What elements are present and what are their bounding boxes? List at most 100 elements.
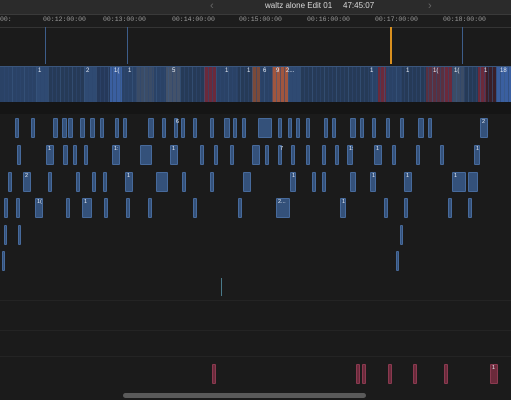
connected-clip[interactable] — [90, 118, 95, 138]
connected-clip[interactable] — [140, 145, 152, 165]
connected-clip[interactable] — [17, 145, 21, 165]
connected-clip[interactable] — [350, 118, 356, 138]
connected-clip[interactable] — [278, 118, 282, 138]
connected-clip[interactable] — [233, 118, 237, 138]
connected-clip[interactable] — [224, 118, 230, 138]
connected-clip[interactable] — [115, 118, 119, 138]
connected-clip[interactable] — [104, 198, 108, 218]
connected-clip[interactable]: 2 — [23, 172, 31, 192]
connected-clip[interactable]: 6 — [174, 118, 179, 138]
connected-clip[interactable] — [148, 118, 154, 138]
connected-clip[interactable] — [468, 172, 478, 192]
connected-clip[interactable] — [8, 172, 12, 192]
connected-clip[interactable] — [181, 118, 185, 138]
connected-clip[interactable]: 1 — [370, 172, 376, 192]
connected-clip[interactable] — [48, 172, 52, 192]
connected-clip[interactable] — [360, 118, 364, 138]
connected-clip[interactable]: 1 — [290, 172, 296, 192]
connected-clip[interactable] — [73, 145, 77, 165]
connected-clip[interactable] — [53, 118, 58, 138]
connected-clip[interactable] — [428, 118, 432, 138]
connected-clip[interactable] — [324, 118, 328, 138]
connected-clip[interactable]: 1 — [82, 198, 92, 218]
audio-clip[interactable] — [212, 364, 216, 384]
connected-clip[interactable] — [322, 172, 326, 192]
connected-clip[interactable] — [322, 145, 326, 165]
connected-clip[interactable] — [15, 118, 19, 138]
audio-clip[interactable] — [362, 364, 366, 384]
connected-clip[interactable] — [291, 145, 295, 165]
connected-clip[interactable] — [76, 172, 80, 192]
connected-clip[interactable] — [214, 145, 218, 165]
previous-edit-arrow-icon[interactable]: ‹ — [210, 0, 214, 12]
connected-clip[interactable] — [335, 145, 339, 165]
timeline-marker[interactable] — [462, 27, 463, 64]
connected-clip[interactable]: 1 — [46, 145, 54, 165]
connected-clip[interactable] — [2, 251, 5, 271]
connected-clip[interactable] — [193, 118, 197, 138]
connected-clip[interactable] — [384, 198, 388, 218]
connected-clip[interactable]: 1 — [125, 172, 133, 192]
connected-clip[interactable] — [386, 118, 390, 138]
connected-clip[interactable]: 1 — [474, 145, 480, 165]
connected-clip[interactable]: 1: — [112, 145, 120, 165]
timeline-marker[interactable] — [127, 27, 128, 64]
orange-marker[interactable] — [390, 27, 392, 64]
connected-clip[interactable]: 1 — [340, 198, 346, 218]
connected-clip[interactable] — [200, 145, 204, 165]
connected-clip[interactable] — [182, 172, 186, 192]
connected-clip[interactable] — [92, 172, 96, 192]
connected-clip[interactable] — [288, 118, 292, 138]
connected-clip[interactable] — [265, 145, 269, 165]
connected-clip[interactable]: 1( — [35, 198, 43, 218]
connected-clip[interactable] — [440, 145, 444, 165]
connected-clip[interactable] — [63, 145, 68, 165]
connected-clip[interactable] — [396, 251, 399, 271]
audio-clip[interactable] — [356, 364, 360, 384]
connected-clip[interactable] — [404, 198, 408, 218]
connected-clip[interactable]: 1 — [452, 172, 466, 192]
connected-clip[interactable] — [448, 198, 452, 218]
connected-clip[interactable] — [312, 172, 316, 192]
connected-clip[interactable]: 1 — [170, 145, 178, 165]
connected-clip[interactable] — [258, 118, 272, 138]
connected-clip[interactable] — [306, 118, 310, 138]
connected-clip[interactable]: 2... — [276, 198, 290, 218]
connected-clip[interactable]: 1 — [374, 145, 382, 165]
connected-clip[interactable] — [162, 118, 166, 138]
connected-clip[interactable] — [31, 118, 35, 138]
connected-clip[interactable] — [100, 118, 104, 138]
horizontal-scrollbar[interactable] — [123, 393, 366, 398]
connected-clip[interactable] — [400, 118, 404, 138]
connected-clip[interactable]: 1 — [404, 172, 412, 192]
connected-clip[interactable] — [123, 118, 127, 138]
connected-clip[interactable] — [418, 118, 424, 138]
audio-clip[interactable] — [388, 364, 392, 384]
connected-clip[interactable]: 1: — [347, 145, 354, 165]
connected-clip[interactable] — [210, 118, 214, 138]
connected-clip[interactable] — [4, 225, 7, 245]
connected-clip[interactable] — [103, 172, 107, 192]
connected-clip[interactable] — [416, 145, 420, 165]
connected-clip[interactable] — [400, 225, 403, 245]
connected-clip[interactable] — [210, 172, 214, 192]
connected-clip[interactable]: 7 — [278, 145, 283, 165]
connected-clip[interactable] — [126, 198, 130, 218]
connected-clip[interactable] — [372, 118, 376, 138]
connected-clip[interactable] — [468, 198, 472, 218]
connected-clip[interactable] — [18, 225, 21, 245]
connected-clip[interactable] — [350, 172, 356, 192]
connected-clip[interactable] — [221, 278, 222, 296]
connected-clip[interactable] — [193, 198, 197, 218]
audio-clip[interactable] — [413, 364, 417, 384]
connected-clip[interactable] — [238, 198, 242, 218]
connected-clip[interactable] — [242, 118, 246, 138]
connected-clip[interactable] — [84, 145, 88, 165]
connected-clip[interactable] — [148, 198, 152, 218]
timeline-marker[interactable] — [45, 27, 46, 64]
timeline-ruler[interactable]: 00: 00:12:00:00 00:13:00:00 00:14:00:00 … — [0, 15, 511, 28]
primary-storyline[interactable]: 1 2 1(1 5 1 1 6 9 2... 1 1 1(1(1 18 — [0, 66, 511, 103]
connected-clip[interactable] — [62, 118, 67, 138]
audio-clip[interactable] — [444, 364, 448, 384]
connected-clip[interactable] — [66, 198, 70, 218]
